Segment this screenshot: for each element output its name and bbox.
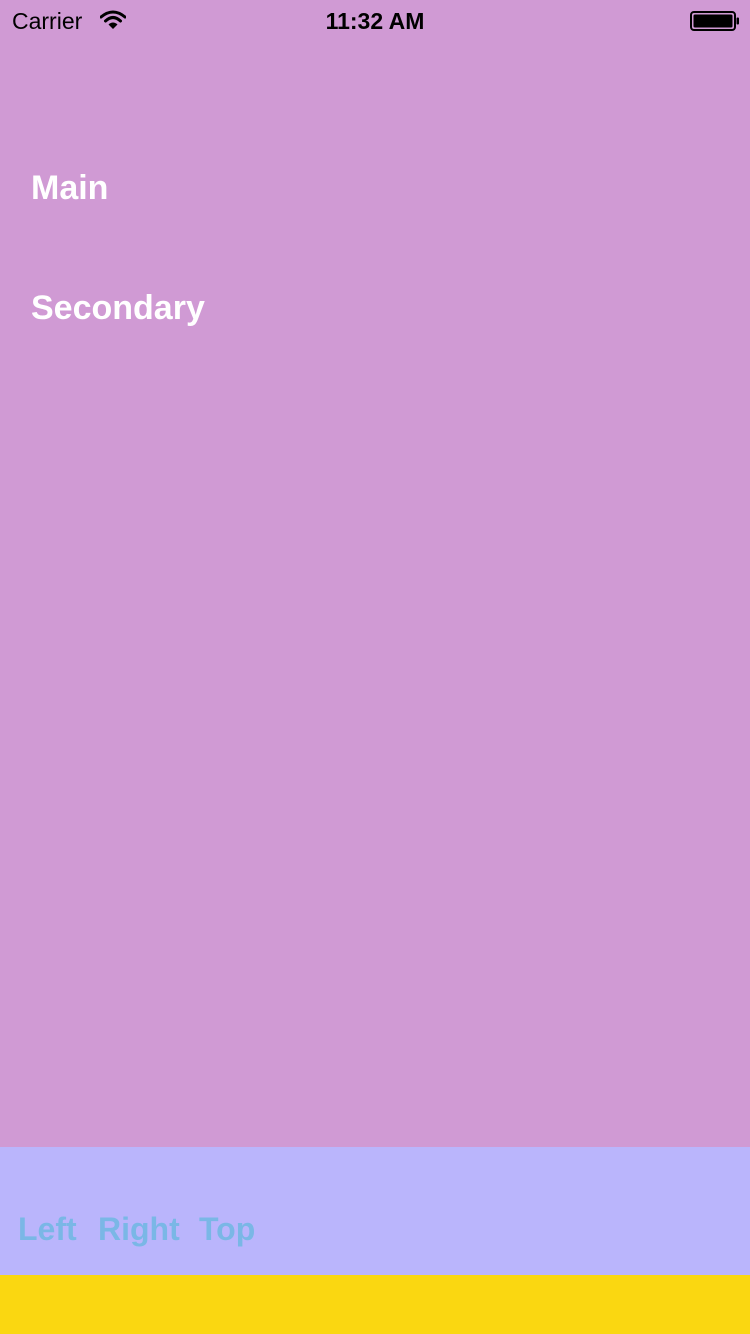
right-button[interactable]: Right xyxy=(98,1210,180,1248)
left-button[interactable]: Left xyxy=(18,1210,77,1248)
footer-strip xyxy=(0,1275,750,1334)
menu-item-secondary[interactable]: Secondary xyxy=(31,288,205,328)
battery-icon xyxy=(690,11,740,31)
status-bar: Carrier 11:32 AM xyxy=(0,0,750,40)
status-time: 11:32 AM xyxy=(325,8,425,34)
top-button[interactable]: Top xyxy=(199,1210,255,1248)
bottom-toolbar: Left Right Top xyxy=(0,1147,750,1275)
menu-item-main[interactable]: Main xyxy=(31,168,108,208)
